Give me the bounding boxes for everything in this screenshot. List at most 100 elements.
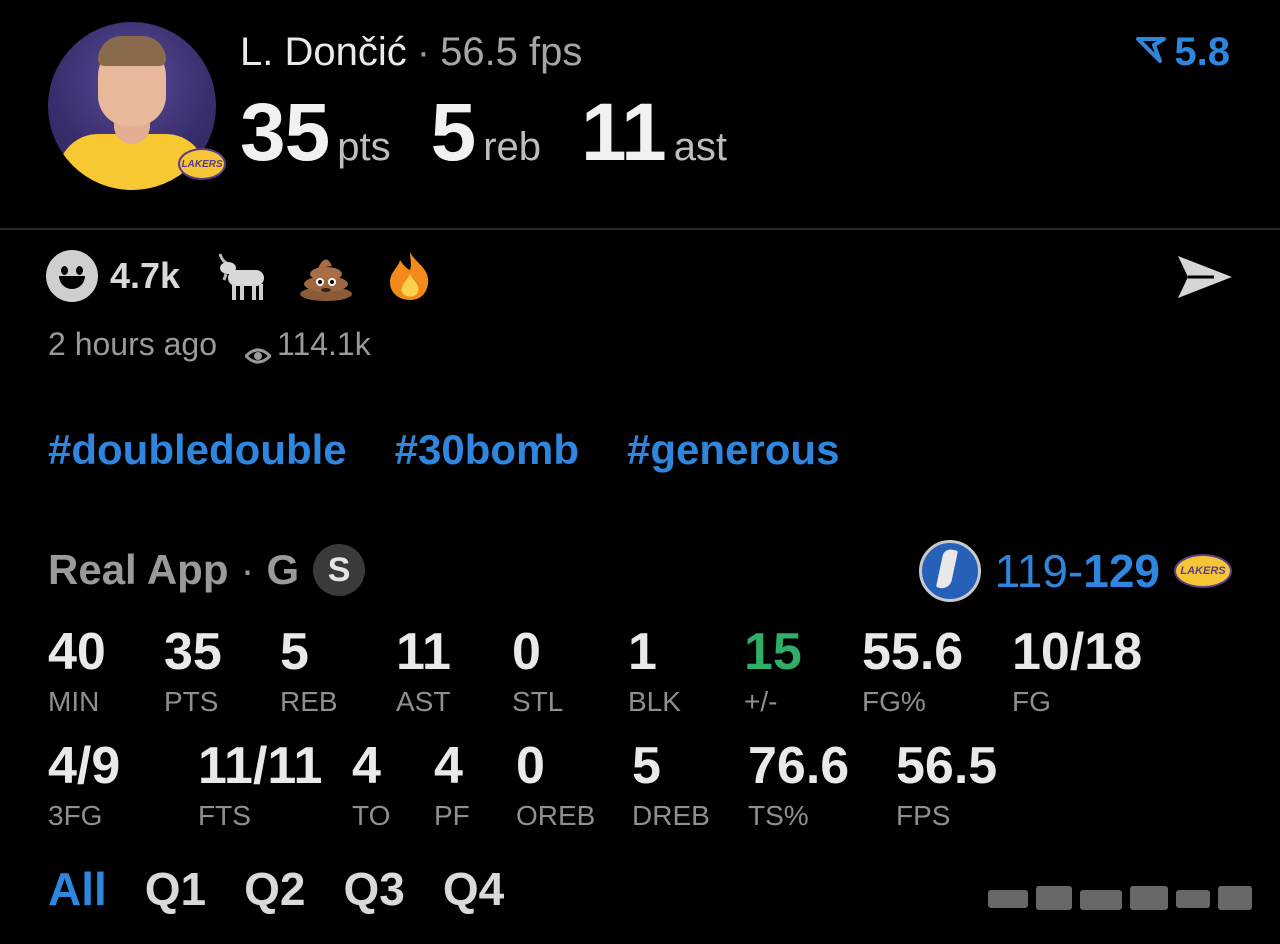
stat-fg: 10/18 FG	[1012, 626, 1142, 718]
source-app-name[interactable]: Real App	[48, 546, 228, 594]
hashtag[interactable]: #doubledouble	[48, 426, 347, 474]
stat-value: 76.6	[748, 737, 850, 795]
game-score[interactable]: 119-129 LAKERS	[918, 540, 1232, 602]
stat-to: 4 TO	[352, 740, 390, 832]
rating-value: 5.8	[1174, 30, 1230, 74]
hashtag[interactable]: #30bomb	[395, 426, 579, 474]
hashtag-list: #doubledouble #30bomb #generous	[48, 426, 839, 474]
stat-label: DREB	[632, 800, 710, 831]
stat-oreb: 0 OREB	[516, 740, 595, 832]
score-right: 129	[1083, 545, 1160, 597]
tab-q3[interactable]: Q3	[344, 862, 405, 916]
headline-ast-value: 11	[581, 87, 667, 178]
stat-label: FPS	[896, 800, 951, 831]
starter-badge: S	[313, 544, 366, 596]
stat-label: TS%	[748, 800, 809, 831]
stat-value: 55.6	[862, 623, 964, 681]
reaction-bar: 4.7k	[46, 250, 438, 302]
stat-label: STL	[512, 686, 564, 717]
stat-value: 0	[516, 737, 545, 795]
stat-value: 10/18	[1012, 623, 1143, 681]
tab-all[interactable]: All	[48, 862, 107, 916]
tab-q4[interactable]: Q4	[443, 862, 504, 916]
headline-stats: 35 pts 5 reb 11 ast	[240, 86, 767, 180]
stat-value: 5	[280, 623, 309, 681]
stat-reb: 5 REB	[280, 626, 338, 718]
score-dash: -	[1067, 545, 1084, 597]
rating-arrow-icon	[1136, 30, 1167, 75]
stat-min: 40 MIN	[48, 626, 106, 718]
headline-pts-unit: pts	[337, 125, 391, 169]
lakers-logo-icon: LAKERS	[178, 148, 226, 180]
source-line: Real App · G S	[48, 544, 366, 596]
stat-value: 4/9	[48, 737, 121, 795]
stat-value: 0	[512, 623, 541, 681]
tab-q2[interactable]: Q2	[244, 862, 305, 916]
mavericks-logo-icon	[918, 540, 981, 602]
player-fps: 56.5 fps	[440, 30, 583, 74]
stat-label: PF	[434, 800, 470, 831]
stat-label: FG	[1012, 686, 1051, 717]
rating-button[interactable]: 5.8	[1136, 30, 1230, 75]
fire-emoji[interactable]	[382, 250, 438, 302]
reaction-count: 4.7k	[110, 255, 181, 296]
headline-ast-unit: ast	[673, 125, 728, 169]
separator-dot: ·	[240, 546, 255, 593]
stat-value: 35	[164, 623, 222, 681]
stat-label: FG%	[862, 686, 926, 717]
stat-3fg: 4/9 3FG	[48, 740, 120, 832]
headline-reb-value: 5	[430, 87, 477, 178]
avatar-hair	[98, 36, 166, 66]
views-eye-icon	[243, 336, 273, 363]
stat-value: 11	[396, 623, 451, 681]
stat-value: 1	[628, 623, 657, 681]
stat-blk: 1 BLK	[628, 626, 681, 718]
player-position: G	[266, 546, 300, 593]
poop-emoji[interactable]	[298, 250, 354, 302]
stat-label: REB	[280, 686, 338, 717]
stat-label: PTS	[164, 686, 219, 717]
goat-emoji[interactable]	[214, 250, 270, 302]
stat-fts: 11/11 FTS	[198, 740, 322, 832]
score-left: 119	[994, 545, 1068, 597]
stat-label: TO	[352, 800, 391, 831]
stat-ast: 11 AST	[396, 626, 451, 718]
stat-label: 3FG	[48, 800, 103, 831]
stat-value: 5	[632, 737, 661, 795]
stat-value: 4	[352, 737, 381, 795]
period-tabs: All Q1 Q2 Q3 Q4	[48, 862, 504, 916]
tab-q1[interactable]: Q1	[145, 862, 206, 916]
stat-label: FTS	[198, 800, 251, 831]
stat-label: BLK	[628, 686, 681, 717]
stat-value: 11/11	[198, 737, 323, 795]
headline-pts-value: 35	[240, 87, 330, 178]
stat-pts: 35 PTS	[164, 626, 222, 718]
stat-pf: 4 PF	[434, 740, 470, 832]
player-name[interactable]: L. Dončić	[240, 30, 407, 74]
stat-ts-pct: 76.6 TS%	[748, 740, 849, 832]
stat-stl: 0 STL	[512, 626, 563, 718]
stat-value: 15	[744, 623, 802, 681]
score-text: 119-129	[995, 544, 1160, 598]
share-send-icon[interactable]	[1174, 250, 1236, 304]
hashtag[interactable]: #generous	[627, 426, 839, 474]
separator-dot: ·	[416, 30, 431, 74]
stat-value: 4	[434, 737, 463, 795]
stat-dreb: 5 DREB	[632, 740, 710, 832]
post-meta: 2 hours ago 114.1k	[48, 326, 371, 363]
stat-plus-minus: 15 +/-	[744, 626, 802, 718]
watermark	[984, 876, 1256, 920]
stat-value: 40	[48, 623, 106, 681]
view-count: 114.1k	[277, 326, 371, 362]
stat-fps: 56.5 FPS	[896, 740, 997, 832]
time-ago: 2 hours ago	[48, 326, 218, 362]
stat-fg-pct: 55.6 FG%	[862, 626, 963, 718]
header-divider	[0, 228, 1280, 230]
stat-label: OREB	[516, 800, 596, 831]
stat-label: MIN	[48, 686, 100, 717]
lakers-logo-icon: LAKERS	[1174, 554, 1232, 588]
stat-label: AST	[396, 686, 451, 717]
smiley-icon[interactable]	[46, 250, 98, 302]
player-header-line: L. Dončić · 56.5 fps	[240, 30, 582, 75]
stat-value: 56.5	[896, 737, 998, 795]
